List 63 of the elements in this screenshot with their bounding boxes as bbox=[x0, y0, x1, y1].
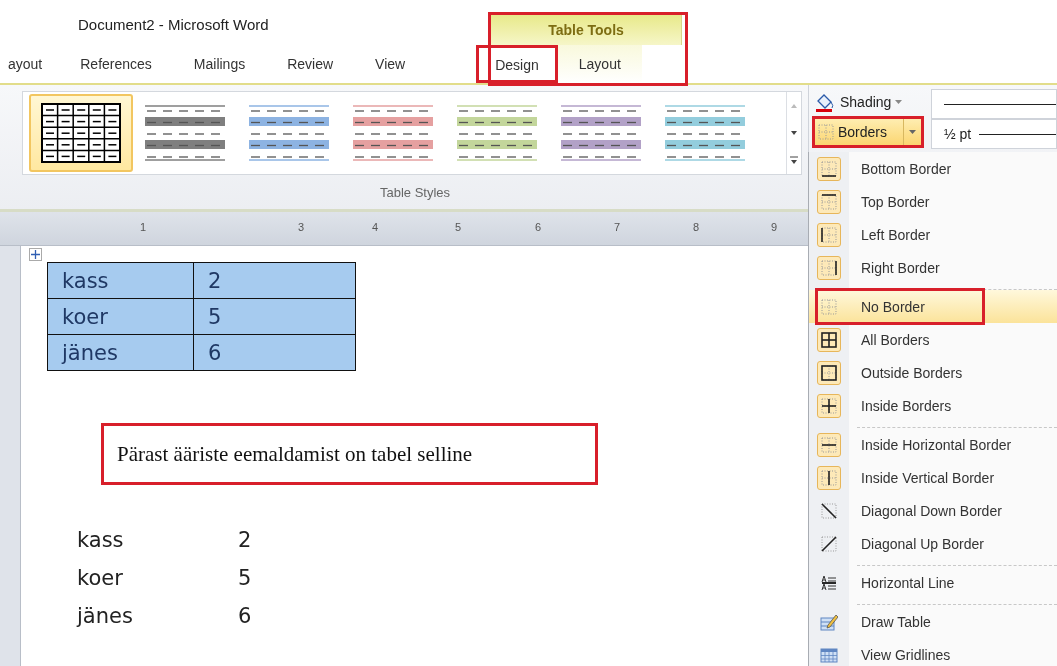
ruler-number: 7 bbox=[614, 221, 621, 233]
inside-borders-icon bbox=[817, 393, 841, 418]
ribbon-tab[interactable]: ayout bbox=[0, 45, 61, 83]
table-cell: 2 bbox=[193, 262, 356, 299]
menu-item[interactable]: All Borders bbox=[809, 323, 1057, 356]
menu-item[interactable]: Top Border bbox=[809, 185, 1057, 218]
right-border-icon bbox=[817, 255, 841, 280]
menu-item[interactable]: Inside Horizontal Border bbox=[809, 428, 1057, 461]
document-text: koer bbox=[77, 566, 124, 590]
pen-weight-box[interactable]: ½ pt bbox=[931, 119, 1057, 149]
menu-item[interactable]: Right Border bbox=[809, 251, 1057, 284]
menu-item[interactable]: Draw Table bbox=[809, 605, 1057, 638]
ruler-number: 5 bbox=[455, 221, 462, 233]
document-text: 2 bbox=[238, 528, 253, 552]
inside-vertical-border-icon bbox=[817, 465, 841, 490]
ruler-number: 9 bbox=[771, 221, 778, 233]
document-text: jänes bbox=[77, 604, 134, 628]
caret-icon bbox=[908, 129, 917, 135]
table-style-option[interactable] bbox=[29, 94, 133, 172]
bottom-border-icon bbox=[817, 156, 841, 181]
document-text: 5 bbox=[238, 566, 253, 590]
table-cell: koer bbox=[47, 298, 194, 335]
ribbon-tab[interactable]: Design bbox=[476, 45, 558, 83]
ruler-number: 6 bbox=[535, 221, 542, 233]
window-title: Document2 - Microsoft Word bbox=[78, 16, 270, 33]
contextual-tab-header: Table Tools bbox=[490, 15, 682, 45]
menu-item[interactable]: Outside Borders bbox=[809, 356, 1057, 389]
table-cell: kass bbox=[47, 262, 194, 299]
ribbon-tab[interactable]: View bbox=[354, 45, 427, 83]
menu-item[interactable]: Inside Vertical Border bbox=[809, 461, 1057, 494]
callout-text: Pärast ääriste eemaldamist on tabel selline bbox=[101, 423, 598, 485]
table-cell: 6 bbox=[193, 334, 356, 371]
group-label: Table Styles bbox=[378, 185, 452, 200]
left-border-icon bbox=[817, 222, 841, 247]
table-cell: jänes bbox=[47, 334, 194, 371]
document-text: kass bbox=[77, 528, 125, 552]
line-style-box[interactable] bbox=[931, 89, 1057, 119]
all-borders-icon bbox=[817, 327, 841, 352]
ribbon-tab[interactable]: Mailings bbox=[172, 45, 267, 83]
menu-item[interactable]: Bottom Border bbox=[809, 152, 1057, 185]
borders-button[interactable]: Borders bbox=[812, 116, 924, 148]
document-text: 6 bbox=[238, 604, 253, 628]
ruler-number: 8 bbox=[693, 221, 700, 233]
shading-button[interactable]: Shading bbox=[809, 91, 927, 113]
ribbon-tab[interactable]: References bbox=[60, 45, 173, 83]
caret-icon bbox=[894, 99, 904, 105]
menu-item[interactable]: Diagonal Up Border bbox=[809, 527, 1057, 560]
menu-item[interactable]: No Border bbox=[809, 290, 1057, 323]
move-handle-icon[interactable] bbox=[29, 248, 42, 261]
menu-item[interactable]: Left Border bbox=[809, 218, 1057, 251]
menu-item[interactable]: Horizontal Line bbox=[809, 566, 1057, 599]
ruler-number: 3 bbox=[298, 221, 305, 233]
menu-item[interactable]: Inside Borders bbox=[809, 389, 1057, 422]
outside-borders-icon bbox=[817, 360, 841, 385]
ribbon-tab[interactable]: Review bbox=[266, 45, 355, 83]
table-cell: 5 bbox=[193, 298, 356, 335]
menu-item[interactable]: Diagonal Down Border bbox=[809, 494, 1057, 527]
inside-horizontal-border-icon bbox=[817, 432, 841, 457]
ruler-number: 1 bbox=[140, 221, 147, 233]
top-border-icon bbox=[817, 189, 841, 214]
menu-item[interactable]: View Gridlines bbox=[809, 638, 1057, 666]
ruler-number: 4 bbox=[372, 221, 379, 233]
borders-icon bbox=[818, 124, 834, 140]
